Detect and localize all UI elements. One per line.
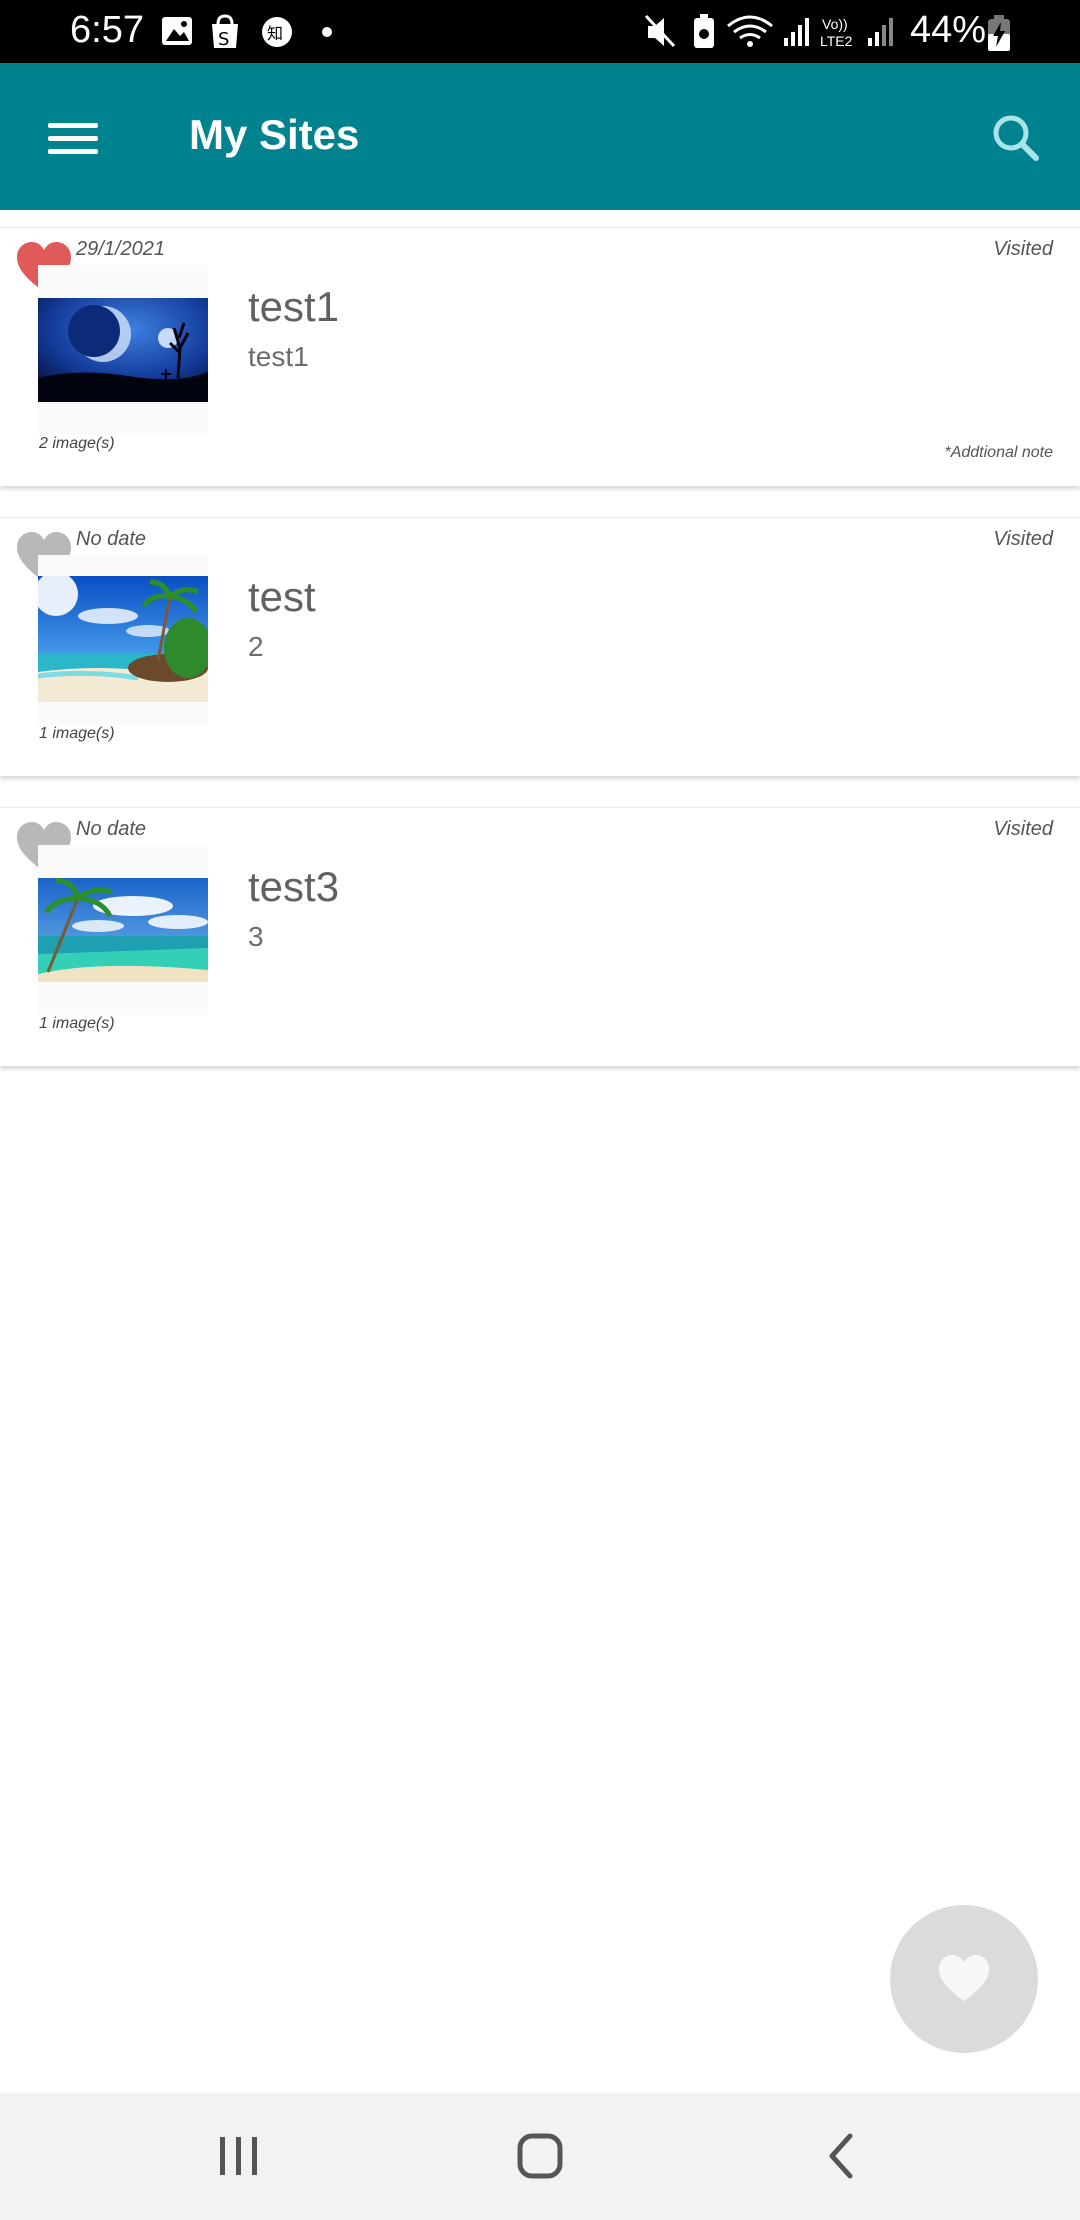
notification-icons: S 知 xyxy=(162,14,332,50)
page-title: My Sites xyxy=(189,111,360,158)
wifi-icon xyxy=(727,15,773,47)
site-status: Visited xyxy=(993,528,1053,550)
site-note: *Addtional note xyxy=(944,444,1053,461)
site-subtitle: test1 xyxy=(248,341,309,372)
battery-saver-icon xyxy=(694,14,714,48)
zhihu-icon: 知 xyxy=(262,17,292,47)
network-label-top: Vo)) xyxy=(822,16,848,32)
dot-icon xyxy=(322,27,332,37)
status-bar: 6:57 S 知 Vo)) LTE2 44% xyxy=(0,0,1080,63)
recents-button[interactable] xyxy=(203,2121,273,2191)
battery-charging-icon xyxy=(988,15,1010,51)
status-time: 6:57 xyxy=(70,9,144,51)
site-thumbnail xyxy=(38,576,208,702)
mute-icon xyxy=(644,14,676,48)
recents-icon xyxy=(220,2137,257,2175)
site-subtitle: 3 xyxy=(248,921,264,952)
search-icon xyxy=(993,115,1039,161)
search-button[interactable] xyxy=(980,103,1050,173)
shop-icon: S xyxy=(212,14,238,50)
site-title: test1 xyxy=(248,283,340,330)
site-date: 29/1/2021 xyxy=(76,238,165,260)
site-image-count: 2 image(s) xyxy=(39,435,115,452)
site-status: Visited xyxy=(993,238,1053,260)
menu-button[interactable] xyxy=(30,103,100,173)
site-image-count: 1 image(s) xyxy=(39,725,115,742)
svg-text:S: S xyxy=(218,29,229,50)
site-image-count: 1 image(s) xyxy=(39,1015,115,1032)
navigation-bar xyxy=(0,2093,1080,2220)
app-bar: My Sites xyxy=(0,63,1080,210)
favorites-fab-button[interactable] xyxy=(890,1905,1038,2053)
back-button[interactable] xyxy=(806,2121,876,2191)
site-date: No date xyxy=(76,818,147,840)
site-thumbnail xyxy=(38,878,208,982)
home-button[interactable] xyxy=(505,2121,575,2191)
svg-text:知: 知 xyxy=(267,24,283,43)
screen: 6:57 S 知 Vo)) LTE2 44% My Sites 29/1/202… xyxy=(0,0,1080,2220)
site-subtitle: 2 xyxy=(248,631,264,662)
system-icons: Vo)) LTE2 xyxy=(644,14,893,49)
signal-icon xyxy=(784,18,809,46)
site-thumbnail-frame[interactable] xyxy=(38,845,208,1015)
heart-icon xyxy=(938,1954,990,2002)
home-icon xyxy=(517,2133,563,2179)
site-thumbnail xyxy=(38,298,208,402)
site-title: test3 xyxy=(248,863,340,910)
site-card[interactable]: 29/1/2021 Visited test1 test1 2 image(s)… xyxy=(0,227,1080,486)
site-thumbnail-frame[interactable] xyxy=(38,265,208,435)
site-card[interactable]: No date Visited test 2 1 image(s) xyxy=(0,517,1080,776)
site-status: Visited xyxy=(993,818,1053,840)
site-card[interactable]: No date Visited test3 3 1 image(s) xyxy=(0,807,1080,1066)
back-icon xyxy=(829,2133,853,2179)
gallery-icon xyxy=(162,17,192,45)
network-label-bottom: LTE2 xyxy=(820,33,853,49)
site-title: test xyxy=(248,573,316,620)
hamburger-menu-icon xyxy=(48,123,98,154)
site-date: No date xyxy=(76,528,147,550)
battery-percent: 44% xyxy=(910,9,987,51)
site-thumbnail-frame[interactable] xyxy=(38,555,208,725)
signal-icon xyxy=(868,18,893,46)
